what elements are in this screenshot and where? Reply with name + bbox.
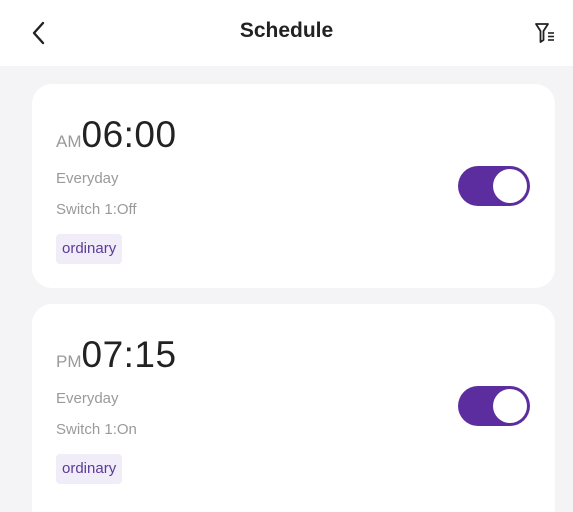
schedule-card[interactable]: AM06:00 Everyday Switch 1:Off ordinary [32,84,555,288]
schedule-screen: Schedule AM06:00 Everyday Switch 1:Off o… [0,0,573,512]
type-tag: ordinary [56,234,123,264]
repeat-label: Everyday [56,170,119,187]
time-value: 07:15 [81,334,177,375]
ampm-label: PM [56,352,82,371]
toggle-knob [493,169,527,203]
time-display: AM06:00 [56,114,177,156]
header: Schedule [0,0,573,66]
enable-toggle[interactable] [458,386,530,426]
toggle-knob [493,389,527,423]
repeat-label: Everyday [56,390,119,407]
ampm-label: AM [56,132,82,151]
action-label: Switch 1:Off [56,201,137,218]
schedule-card[interactable]: PM07:15 Everyday Switch 1:On ordinary [32,304,555,512]
page-title: Schedule [239,19,334,42]
filter-icon [535,23,554,43]
schedule-list: AM06:00 Everyday Switch 1:Off ordinary P… [0,66,573,512]
time-display: PM07:15 [56,334,177,376]
enable-toggle[interactable] [458,166,530,206]
filter-button[interactable] [528,16,562,50]
action-label: Switch 1:On [56,421,137,438]
time-value: 06:00 [81,114,177,155]
type-tag: ordinary [56,454,123,484]
